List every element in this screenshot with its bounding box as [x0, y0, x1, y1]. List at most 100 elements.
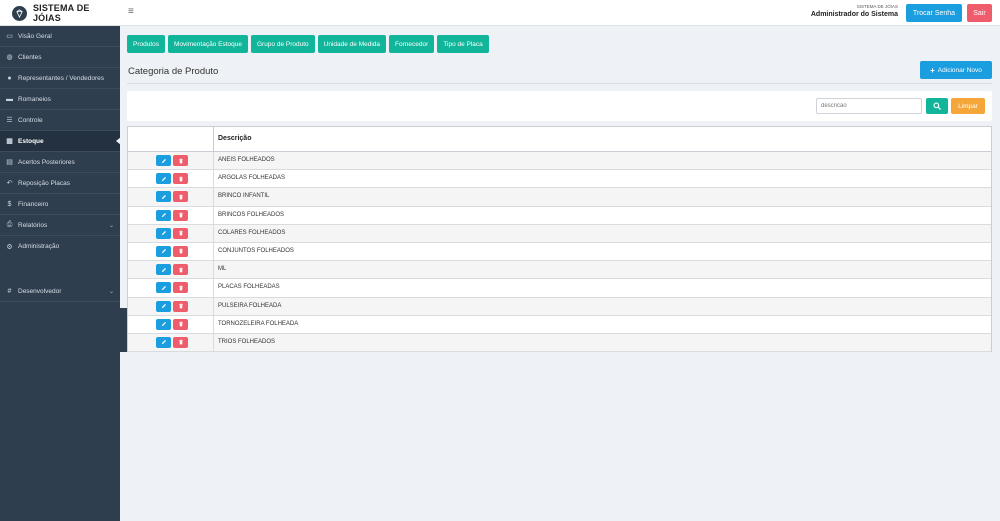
print-icon: ⎙ — [6, 221, 13, 228]
trash-icon — [178, 176, 183, 182]
plus-icon: + — [930, 65, 935, 75]
add-new-button[interactable]: + Adicionar Novo — [920, 61, 992, 79]
category-description: BRINCOS FOLHEADOS — [218, 211, 285, 218]
dollar-icon: $ — [7, 200, 12, 208]
table-row: TRIOS FOLHEADOS — [128, 333, 991, 353]
edit-button[interactable] — [156, 209, 171, 221]
sidebar-item-label: Desenvolvedor — [18, 287, 62, 295]
tab-grupo-de-produto[interactable]: Grupo de Produto — [250, 35, 315, 53]
row-actions — [128, 152, 214, 170]
hamburger-menu-icon[interactable]: ≡ — [128, 7, 134, 17]
brand[interactable]: SISTEMA DE JÓIAS — [0, 0, 120, 26]
edit-button[interactable] — [156, 245, 171, 257]
sidebar-item-label: Financeiro — [18, 200, 49, 208]
tab-produtos[interactable]: Produtos — [127, 35, 166, 53]
edit-button[interactable] — [156, 191, 171, 203]
sidebar-item-representantes[interactable]: ● Representantes / Vendedores — [0, 68, 120, 89]
sidebar-item-acertos-posteriores[interactable]: ▤ Acertos Posteriores — [0, 152, 120, 173]
pencil-icon — [161, 304, 166, 309]
user-info: SISTEMA DE JÓIAS Administrador do Sistem… — [811, 4, 898, 18]
edit-button[interactable] — [156, 264, 171, 276]
row-actions — [128, 170, 214, 188]
sidebar-item-estoque[interactable]: ▦ Estoque — [0, 131, 121, 152]
sidebar-item-visao-geral[interactable]: ▭ Visão Geral — [0, 26, 120, 47]
sidebar-item-relatorios[interactable]: ⎙ Relatórios ⌄ — [0, 215, 120, 236]
row-actions — [128, 224, 214, 242]
pencil-icon — [161, 194, 166, 199]
delete-button[interactable] — [173, 191, 188, 203]
sidebar-item-label: Clientes — [18, 53, 42, 61]
grid-icon: ▦ — [6, 138, 13, 145]
category-description: ANEIS FOLHEADOS — [218, 157, 275, 163]
sidebar-item-desenvolvedor[interactable]: # Desenvolvedor ⌄ — [0, 281, 120, 302]
pencil-icon — [161, 322, 166, 327]
delete-button[interactable] — [173, 300, 188, 312]
tab-fornecedor[interactable]: Fornecedor — [389, 35, 435, 53]
pencil-icon — [161, 249, 166, 254]
actions-column-header — [128, 127, 214, 151]
category-description: TORNOZELEIRA FOLHEADA — [218, 320, 299, 327]
filter-panel: Limpar — [127, 91, 992, 121]
edit-button[interactable] — [156, 318, 171, 330]
sidebar-item-romaneios[interactable]: ▬ Romaneios — [0, 89, 120, 110]
description-column-header: Descrição — [218, 135, 252, 142]
edit-button[interactable] — [156, 300, 171, 312]
user-name: Administrador do Sistema — [810, 11, 898, 18]
table-row: COLARES FOLHEADOS — [128, 224, 991, 243]
delete-button[interactable] — [173, 282, 188, 294]
row-actions — [128, 242, 214, 261]
pencil-icon — [161, 285, 166, 290]
trash-icon — [178, 303, 183, 309]
sidebar-item-clientes[interactable]: ◍ Clientes — [0, 47, 120, 68]
change-password-button[interactable]: Trocar Senha — [906, 4, 962, 22]
trash-icon — [178, 339, 183, 345]
user-tie-icon: ● — [7, 74, 12, 82]
category-description: CONJUNTOS FOLHEADOS — [218, 247, 294, 254]
edit-button[interactable] — [156, 282, 171, 294]
tab-tipo-de-placa[interactable]: Tipo de Placa — [437, 35, 489, 53]
sidebar-item-reposicao-placas[interactable]: ↶ Reposição Placas — [0, 173, 120, 194]
tab-unidade-de-medida[interactable]: Unidade de Medida — [317, 35, 387, 53]
row-actions — [128, 333, 214, 352]
edit-button[interactable] — [156, 227, 171, 239]
delete-button[interactable] — [173, 155, 188, 166]
delete-button[interactable] — [173, 264, 188, 276]
table-row: TORNOZELEIRA FOLHEADA — [128, 315, 991, 334]
table-row: PULSEIRA FOLHEADA — [128, 297, 991, 316]
search-input[interactable] — [816, 98, 922, 114]
delete-button[interactable] — [173, 173, 188, 185]
clear-button[interactable]: Limpar — [951, 98, 985, 114]
pencil-icon — [161, 267, 166, 272]
category-description: PLACAS FOLHEADAS — [218, 284, 280, 291]
sidebar-item-administracao[interactable]: ⚙ Administração — [0, 236, 120, 257]
delete-button[interactable] — [173, 245, 188, 257]
delete-button[interactable] — [173, 318, 188, 330]
gear-icon: ⚙ — [6, 243, 13, 251]
delete-button[interactable] — [173, 336, 188, 348]
delete-button[interactable] — [173, 209, 188, 221]
page-title: Categoria de Produto — [128, 66, 219, 77]
search-button[interactable] — [926, 98, 948, 114]
sidebar-item-controle[interactable]: ☰ Controle — [0, 110, 120, 131]
brand-title: SISTEMA DE JÓIAS — [32, 3, 90, 23]
calendar-icon: ▤ — [6, 159, 13, 166]
sidebar-item-label: Acertos Posteriores — [18, 158, 75, 166]
pencil-icon — [161, 231, 166, 236]
tab-movimentacao-estoque[interactable]: Movimentação Estoque — [168, 35, 248, 53]
sidebar-item-label: Representantes / Vendedores — [18, 74, 105, 82]
sidebar-item-label: Estoque — [18, 137, 44, 145]
table-row: CONJUNTOS FOLHEADOS — [128, 242, 991, 262]
trash-icon — [178, 212, 183, 218]
edit-button[interactable] — [156, 155, 171, 166]
table-row: PLACAS FOLHEADAS — [128, 279, 991, 298]
edit-button[interactable] — [156, 336, 171, 348]
sidebar-item-financeiro[interactable]: $ Financeiro — [0, 194, 120, 215]
logout-button[interactable]: Sair — [967, 4, 992, 22]
sidebar: ▭ Visão Geral ◍ Clientes ● Representantes /… — [0, 26, 121, 521]
table-row: BRINCO INFANTIL — [128, 188, 991, 207]
row-actions — [128, 315, 214, 333]
table-row: ANEIS FOLHEADOS — [128, 152, 991, 171]
category-description: ARGOLAS FOLHEADAS — [218, 175, 286, 182]
delete-button[interactable] — [173, 227, 188, 239]
edit-button[interactable] — [156, 173, 171, 185]
